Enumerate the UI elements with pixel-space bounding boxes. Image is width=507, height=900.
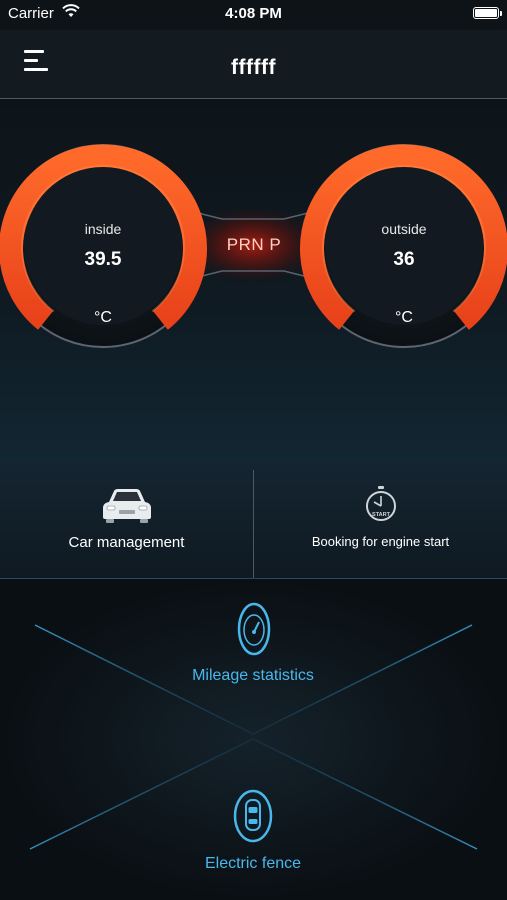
status-time: 4:08 PM <box>225 5 282 22</box>
status-bar: Carrier 4:08 PM <box>0 0 507 30</box>
car-icon <box>103 489 151 523</box>
inside-temp-label: inside <box>84 221 122 237</box>
electric-fence-label: Electric fence <box>204 855 302 872</box>
car-management-button[interactable]: Car management <box>0 460 253 578</box>
outside-temp-label: outside <box>381 221 427 237</box>
outside-temp-value: 36 <box>393 249 415 270</box>
bottom-actions-area: Mileage statistics Electric fence <box>0 579 507 900</box>
speedometer-icon <box>237 602 271 656</box>
outside-temp-unit: °C <box>395 309 413 326</box>
inside-temp-value: 39.5 <box>84 249 122 270</box>
gear-indicator: PRN P <box>226 235 282 254</box>
car-topview-icon <box>233 789 273 843</box>
inside-temp-unit: °C <box>94 309 112 326</box>
gauge-graphics <box>0 144 507 348</box>
car-management-label: Car management <box>68 534 185 551</box>
nav-bar: ffffff <box>0 30 507 99</box>
mileage-statistics-label: Mileage statistics <box>192 667 314 684</box>
temperature-gauge-panel: inside 39.5 °C PRN P outside 36 °C <box>0 99 507 461</box>
quick-actions-row: Car management START Booking for engine … <box>0 460 507 579</box>
booking-engine-start-label: Booking for engine start <box>311 534 450 549</box>
mileage-statistics-button[interactable]: Mileage statistics <box>153 599 353 694</box>
page-title: ffffff <box>231 56 276 79</box>
svg-text:START: START <box>372 512 391 518</box>
electric-fence-button[interactable]: Electric fence <box>153 787 353 887</box>
battery-icon <box>473 7 502 19</box>
booking-engine-start-button[interactable]: START Booking for engine start <box>254 460 507 578</box>
clock-start-icon: START <box>366 486 396 521</box>
